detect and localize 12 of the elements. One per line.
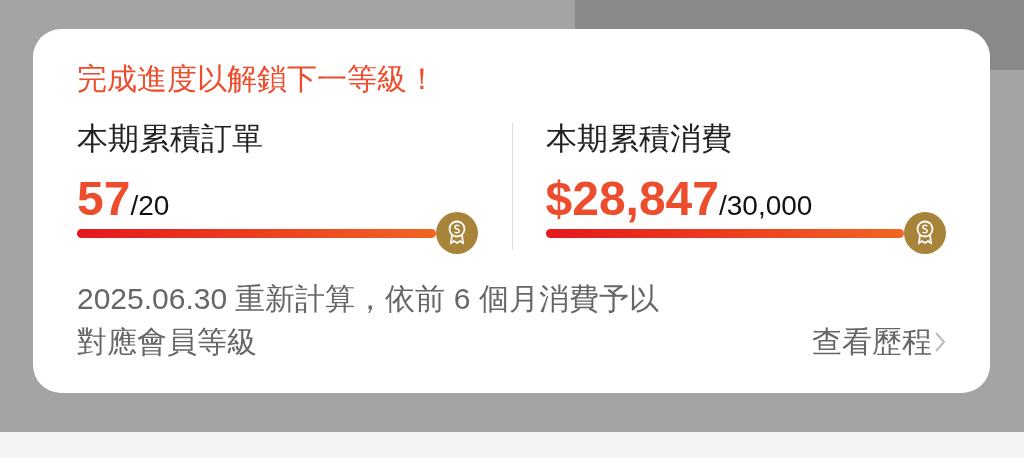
- metric-label: 本期累積訂單: [77, 120, 264, 158]
- medal-icon: [904, 212, 946, 254]
- chevron-icon: [934, 330, 946, 353]
- metric-value: 57: [77, 173, 131, 225]
- metric-value: $28,847: [545, 173, 719, 225]
- medal-icon: [435, 212, 478, 254]
- metric-target: /20: [130, 190, 170, 222]
- metric-label: 本期累積消費: [545, 120, 733, 158]
- metric-target: /30,000: [719, 190, 813, 221]
- recalculation-note: 2025.06.30 重新計算，依前 6 個月消費予以對應會員等級: [77, 281, 660, 360]
- history-link[interactable]: 查看歷程: [812, 320, 946, 363]
- card-headline: 完成進度以解鎖下一等級！: [77, 61, 438, 97]
